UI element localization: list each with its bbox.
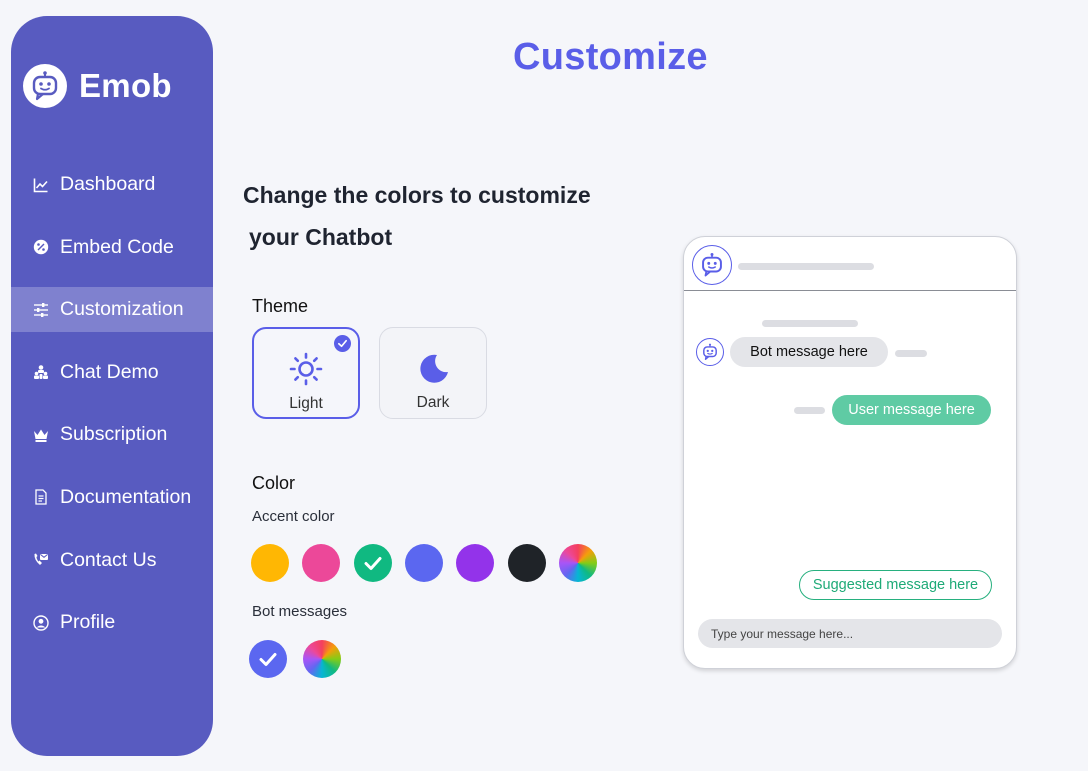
sidebar-item-subscription[interactable]: Subscription [11, 412, 213, 457]
headline: Change the colors to customize your Chat… [243, 174, 591, 258]
sidebar-item-label: Subscription [60, 423, 168, 446]
user-circle-icon [33, 614, 49, 631]
accent-swatch-blue[interactable] [405, 544, 443, 582]
headline-line1: Change the colors to customize [243, 182, 591, 208]
crown-icon [33, 427, 49, 443]
brand-name: Emob [79, 67, 172, 104]
check-icon [364, 557, 382, 570]
sidebar-item-dashboard[interactable]: Dashboard [11, 162, 213, 207]
check-icon [334, 335, 351, 352]
accent-color-label: Accent color [252, 508, 335, 525]
suggested-message-chip[interactable]: Suggested message here [799, 570, 992, 600]
message-input[interactable] [698, 619, 1002, 648]
color-label: Color [252, 473, 296, 493]
sidebar-nav: Dashboard Embed Code Customization Chat … [11, 162, 213, 663]
sidebar-item-documentation[interactable]: Documentation [11, 475, 213, 520]
sidebar-item-embed-code[interactable]: Embed Code [11, 225, 213, 270]
theme-label: Theme [252, 296, 309, 316]
phone-mail-icon [33, 552, 49, 568]
placeholder-line [794, 407, 825, 414]
sidebar-item-label: Chat Demo [60, 360, 159, 383]
placeholder-line [762, 320, 858, 327]
brand[interactable]: Emob [23, 64, 172, 108]
page-title: Customize [513, 36, 708, 78]
accent-swatch-pink[interactable] [302, 544, 340, 582]
bot-swatch-blue[interactable] [249, 640, 287, 678]
sidebar-item-label: Embed Code [60, 235, 174, 258]
accent-swatch-black[interactable] [508, 544, 546, 582]
theme-option-label: Dark [416, 394, 450, 411]
sidebar-item-label: Profile [60, 611, 116, 634]
check-icon [259, 653, 277, 666]
preview-header [684, 237, 1016, 291]
header-placeholder-line [738, 263, 874, 270]
sidebar-item-contact-us[interactable]: Contact Us [11, 538, 213, 583]
accent-swatch-green[interactable] [354, 544, 392, 582]
theme-option-light[interactable]: Light [252, 327, 360, 419]
sidebar-item-label: Dashboard [60, 173, 156, 195]
sun-icon [288, 351, 324, 387]
accent-swatch-yellow[interactable] [251, 544, 289, 582]
sidebar-item-customization[interactable]: Customization [11, 287, 213, 333]
people-icon [33, 364, 49, 380]
line-chart-icon [33, 177, 49, 193]
bot-message-bubble: Bot message here [730, 337, 888, 367]
moon-icon [415, 350, 451, 386]
document-icon [33, 489, 49, 506]
sidebar-item-chat-demo[interactable]: Chat Demo [11, 350, 213, 395]
robot-chat-icon [692, 245, 732, 285]
sidebar: Emob Dashboard Embed Code Customization … [11, 16, 213, 756]
theme-option-label: Light [289, 395, 323, 412]
sidebar-item-label: Customization [60, 298, 184, 321]
sidebar-item-label: Contact Us [60, 548, 157, 571]
robot-chat-icon [23, 64, 67, 108]
sliders-icon [33, 302, 49, 318]
sidebar-item-profile[interactable]: Profile [11, 600, 213, 645]
headline-line2: your Chatbot [249, 224, 393, 250]
bot-swatch-custom[interactable] [303, 640, 341, 678]
chat-preview: Bot message here User message here Sugge… [683, 236, 1017, 669]
bot-messages-label: Bot messages [252, 603, 348, 620]
percent-badge-icon [33, 239, 49, 255]
theme-option-dark[interactable]: Dark [379, 327, 487, 419]
robot-chat-icon [696, 338, 724, 366]
accent-swatch-custom[interactable] [559, 544, 597, 582]
user-message-bubble: User message here [832, 395, 991, 425]
sidebar-item-label: Documentation [60, 485, 192, 508]
placeholder-line [895, 350, 927, 357]
accent-swatch-purple[interactable] [456, 544, 494, 582]
